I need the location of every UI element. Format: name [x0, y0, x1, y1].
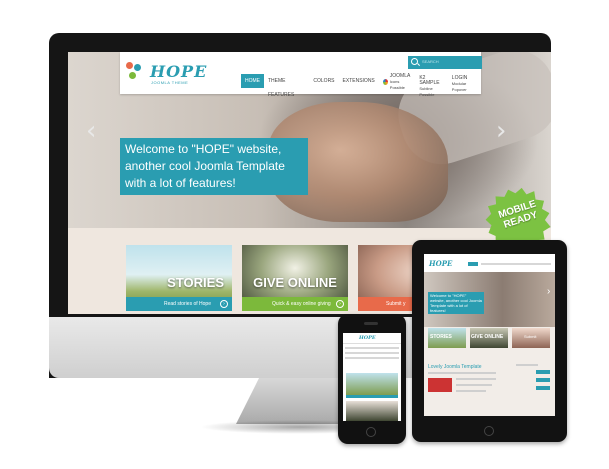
ipad-sidebar-button[interactable]	[536, 378, 550, 382]
ipad-nav-active	[468, 262, 478, 266]
ipad-thumbnail	[428, 378, 452, 392]
ipad-header: HOPE	[424, 254, 555, 272]
iphone-speaker	[364, 322, 378, 325]
iphone-text-line	[345, 352, 399, 354]
nav-k2-label: K2 SAMPLE	[419, 75, 440, 86]
feature-cards: STORIES Read stories of Hope › GIVE ONLI…	[126, 245, 418, 311]
card-stories-bar[interactable]: Read stories of Hope ›	[126, 297, 232, 311]
ipad-sidebar-button[interactable]	[536, 370, 550, 374]
ipad-home-button[interactable]	[484, 426, 494, 436]
nav-login-sub: Modular Popover	[451, 81, 467, 92]
card-submit-subtitle: Submit y	[386, 301, 406, 307]
nav-extensions[interactable]: EXTENSIONS	[339, 74, 379, 88]
ipad-card-stories-title: STORIES	[430, 334, 452, 340]
logo-icon[interactable]	[126, 62, 146, 82]
joomla-icon	[382, 79, 388, 85]
iphone-card-bar	[346, 395, 398, 398]
card-stories-subtitle: Read stories of Hope	[164, 301, 211, 307]
card-submit-bar[interactable]: Submit y	[358, 297, 418, 311]
nav-theme-features[interactable]: THEME FEATURES	[264, 74, 309, 98]
iphone-text-line	[345, 347, 399, 349]
ipad-text-line	[428, 372, 496, 374]
ipad-sidebar-button[interactable]	[536, 386, 550, 390]
iphone-card-stories[interactable]	[346, 373, 398, 395]
ipad-logo: HOPE	[429, 259, 453, 268]
iphone-header: HOPE	[343, 333, 401, 344]
ipad-heading: Lovely Joomla Template	[428, 364, 482, 370]
nav-home[interactable]: HOME	[241, 74, 264, 88]
ipad-caption: Welcome to "HOPE" website, another cool …	[428, 292, 484, 314]
card-submit[interactable]: Submit y	[358, 245, 418, 311]
device-mockup: HOPE JOOMLA THEME HOME THEME FEATURES CO…	[0, 0, 609, 469]
iphone-card-give[interactable]	[346, 401, 398, 421]
iphone-text-line	[345, 357, 399, 359]
nav-k2-sample[interactable]: K2 SAMPLE Subline Possible	[415, 74, 447, 98]
search-box[interactable]: SEARCH	[408, 56, 482, 69]
ipad-text-line	[456, 378, 496, 380]
card-give-online-bar[interactable]: Quick & easy online giving ›	[242, 297, 348, 311]
iphone-screen: HOPE	[343, 333, 401, 421]
main-nav: HOME THEME FEATURES COLORS EXTENSIONS JO…	[241, 73, 481, 98]
card-stories[interactable]: STORIES Read stories of Hope ›	[126, 245, 232, 311]
slide-caption: Welcome to "HOPE" website, another cool …	[120, 138, 308, 195]
nav-login[interactable]: LOGIN Modular Popover	[448, 74, 481, 93]
arrow-right-icon: ›	[220, 300, 228, 308]
nav-k2-sub: Subline Possible	[419, 86, 435, 97]
ipad-text-line	[456, 384, 492, 386]
logo-tagline: JOOMLA THEME	[151, 80, 189, 85]
iphone-logo: HOPE	[359, 335, 376, 341]
search-icon	[411, 58, 418, 65]
ipad-next-arrow-icon[interactable]: ›	[547, 286, 550, 297]
iphone-home-button[interactable]	[366, 427, 376, 437]
card-give-online-title: GIVE ONLINE	[253, 275, 337, 290]
nav-joomla[interactable]: JOOMLA Icons Possible	[379, 73, 416, 90]
card-give-online-subtitle: Quick & easy online giving	[272, 301, 331, 307]
slider-next-arrow-icon[interactable]: ›	[496, 116, 506, 146]
ipad-nav-items	[481, 263, 551, 265]
nav-joomla-sub: Icons Possible	[389, 78, 405, 90]
arrow-right-icon: ›	[336, 300, 344, 308]
search-placeholder: SEARCH	[422, 59, 439, 64]
ipad-card-give-title: GIVE ONLINE	[471, 334, 504, 340]
slider-prev-arrow-icon[interactable]: ‹	[86, 116, 96, 146]
apple-logo-icon	[290, 342, 312, 366]
ipad-text-line	[456, 390, 486, 392]
ipad-screen: HOPE Welcome to "HOPE" website, another …	[424, 254, 555, 416]
ipad-card-submit-title: Submit	[524, 334, 537, 339]
card-give-online[interactable]: GIVE ONLINE Quick & easy online giving ›	[242, 245, 348, 311]
ipad-sidebar-line	[516, 364, 538, 366]
logo-name[interactable]: HOPE	[150, 62, 207, 81]
card-stories-title: STORIES	[167, 275, 224, 290]
nav-colors[interactable]: COLORS	[309, 74, 338, 88]
